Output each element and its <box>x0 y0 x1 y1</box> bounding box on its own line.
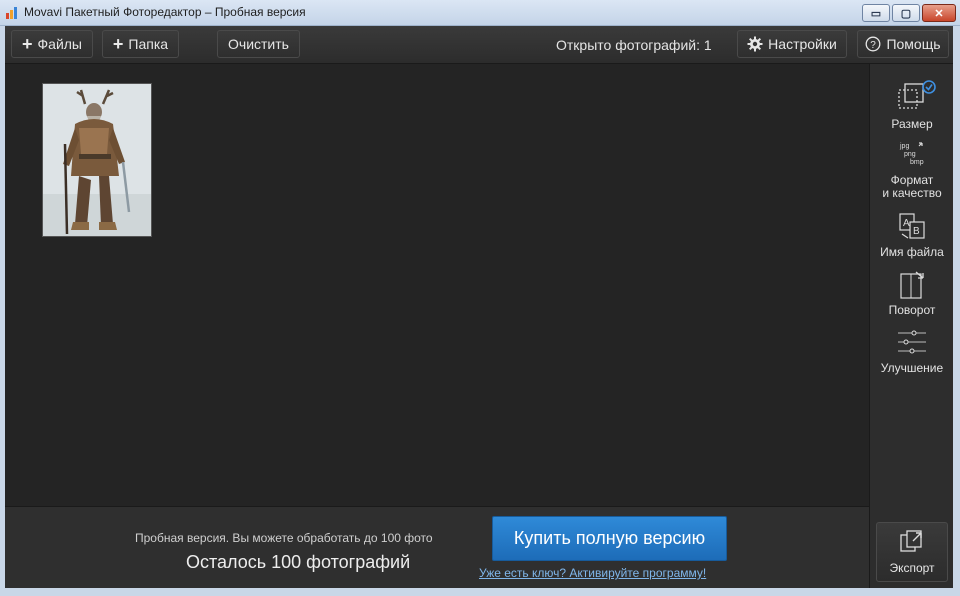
filename-tool[interactable]: A B Имя файла <box>870 212 954 259</box>
resize-tool[interactable]: Размер <box>870 80 954 131</box>
remaining-count: Осталось 100 фотографий <box>186 552 411 572</box>
rename-icon-a: A <box>903 218 910 229</box>
photo-count: Открыто фотографий: 1 <box>556 37 712 53</box>
activate-link[interactable]: Уже есть ключ? Активируйте программу! <box>479 566 706 580</box>
enhance-label: Улучшение <box>880 361 944 375</box>
filename-label: Имя файла <box>880 245 944 259</box>
minimize-icon: ▭ <box>870 7 882 20</box>
settings-label: Настройки <box>768 36 837 52</box>
plus-icon: + <box>112 34 124 54</box>
export-icon <box>900 530 922 552</box>
add-files-label: Файлы <box>37 36 82 52</box>
add-folder-button[interactable]: + Папка <box>102 30 179 58</box>
rename-icon-b: B <box>913 226 920 237</box>
resize-label: Размер <box>891 117 933 131</box>
format-icon-bmp: bmp <box>910 159 924 166</box>
rename-icon: A B <box>899 213 925 239</box>
maximize-icon: ▢ <box>900 7 912 20</box>
svg-text:?: ? <box>871 40 877 51</box>
buy-full-version-button[interactable]: Купить полную версию <box>492 516 727 561</box>
resize-icon <box>898 80 936 109</box>
export-button[interactable]: Экспорт <box>876 522 948 582</box>
close-button[interactable]: ✕ <box>922 4 956 22</box>
format-label-line2: и качество <box>882 186 942 200</box>
photo-thumbnail-image <box>43 84 151 236</box>
enhance-tool[interactable]: Улучшение <box>870 328 954 375</box>
rotate-label: Поворот <box>888 303 936 317</box>
clear-button[interactable]: Очистить <box>217 30 300 58</box>
add-files-button[interactable]: + Файлы <box>11 30 93 58</box>
trial-bar: Пробная версия. Вы можете обработать до … <box>5 506 869 588</box>
minimize-button[interactable]: ▭ <box>862 4 890 22</box>
toolbar: + Файлы + Папка Очистить Открыто фотогра… <box>5 26 953 64</box>
format-icon-jpg: jpg <box>899 143 909 150</box>
trial-notice: Пробная версия. Вы можете обработать до … <box>135 531 433 545</box>
rotate-tool[interactable]: Поворот <box>870 270 954 317</box>
export-label: Экспорт <box>889 561 935 575</box>
rotate-icon <box>900 271 924 299</box>
window-titlebar[interactable]: Movavi Пакетный Фоторедактор – Пробная в… <box>0 0 960 26</box>
add-folder-label: Папка <box>128 36 169 52</box>
photo-thumbnail[interactable] <box>42 83 152 237</box>
help-button[interactable]: ? Помощь <box>857 30 949 58</box>
tools-sidebar: Размер jpg png bmp Формат и качество A B… <box>869 64 953 588</box>
app-window: + Файлы + Папка Очистить Открыто фотогра… <box>5 26 953 588</box>
close-icon: ✕ <box>934 7 944 20</box>
settings-button[interactable]: Настройки <box>737 30 847 58</box>
clear-label: Очистить <box>228 36 289 52</box>
photo-grid[interactable] <box>5 64 869 506</box>
help-icon: ? <box>866 36 881 52</box>
format-icon-png: png <box>904 151 916 158</box>
maximize-button[interactable]: ▢ <box>892 4 920 22</box>
sliders-icon <box>898 330 926 354</box>
plus-icon: + <box>22 34 33 54</box>
format-quality-tool[interactable]: jpg png bmp Формат и качество <box>870 140 954 200</box>
window-title: Movavi Пакетный Фоторедактор – Пробная в… <box>24 5 306 19</box>
help-label: Помощь <box>886 36 941 52</box>
app-logo-icon <box>6 7 17 19</box>
gear-icon <box>747 36 763 52</box>
buy-label: Купить полную версию <box>513 528 706 548</box>
format-icon: jpg png bmp <box>899 142 924 166</box>
